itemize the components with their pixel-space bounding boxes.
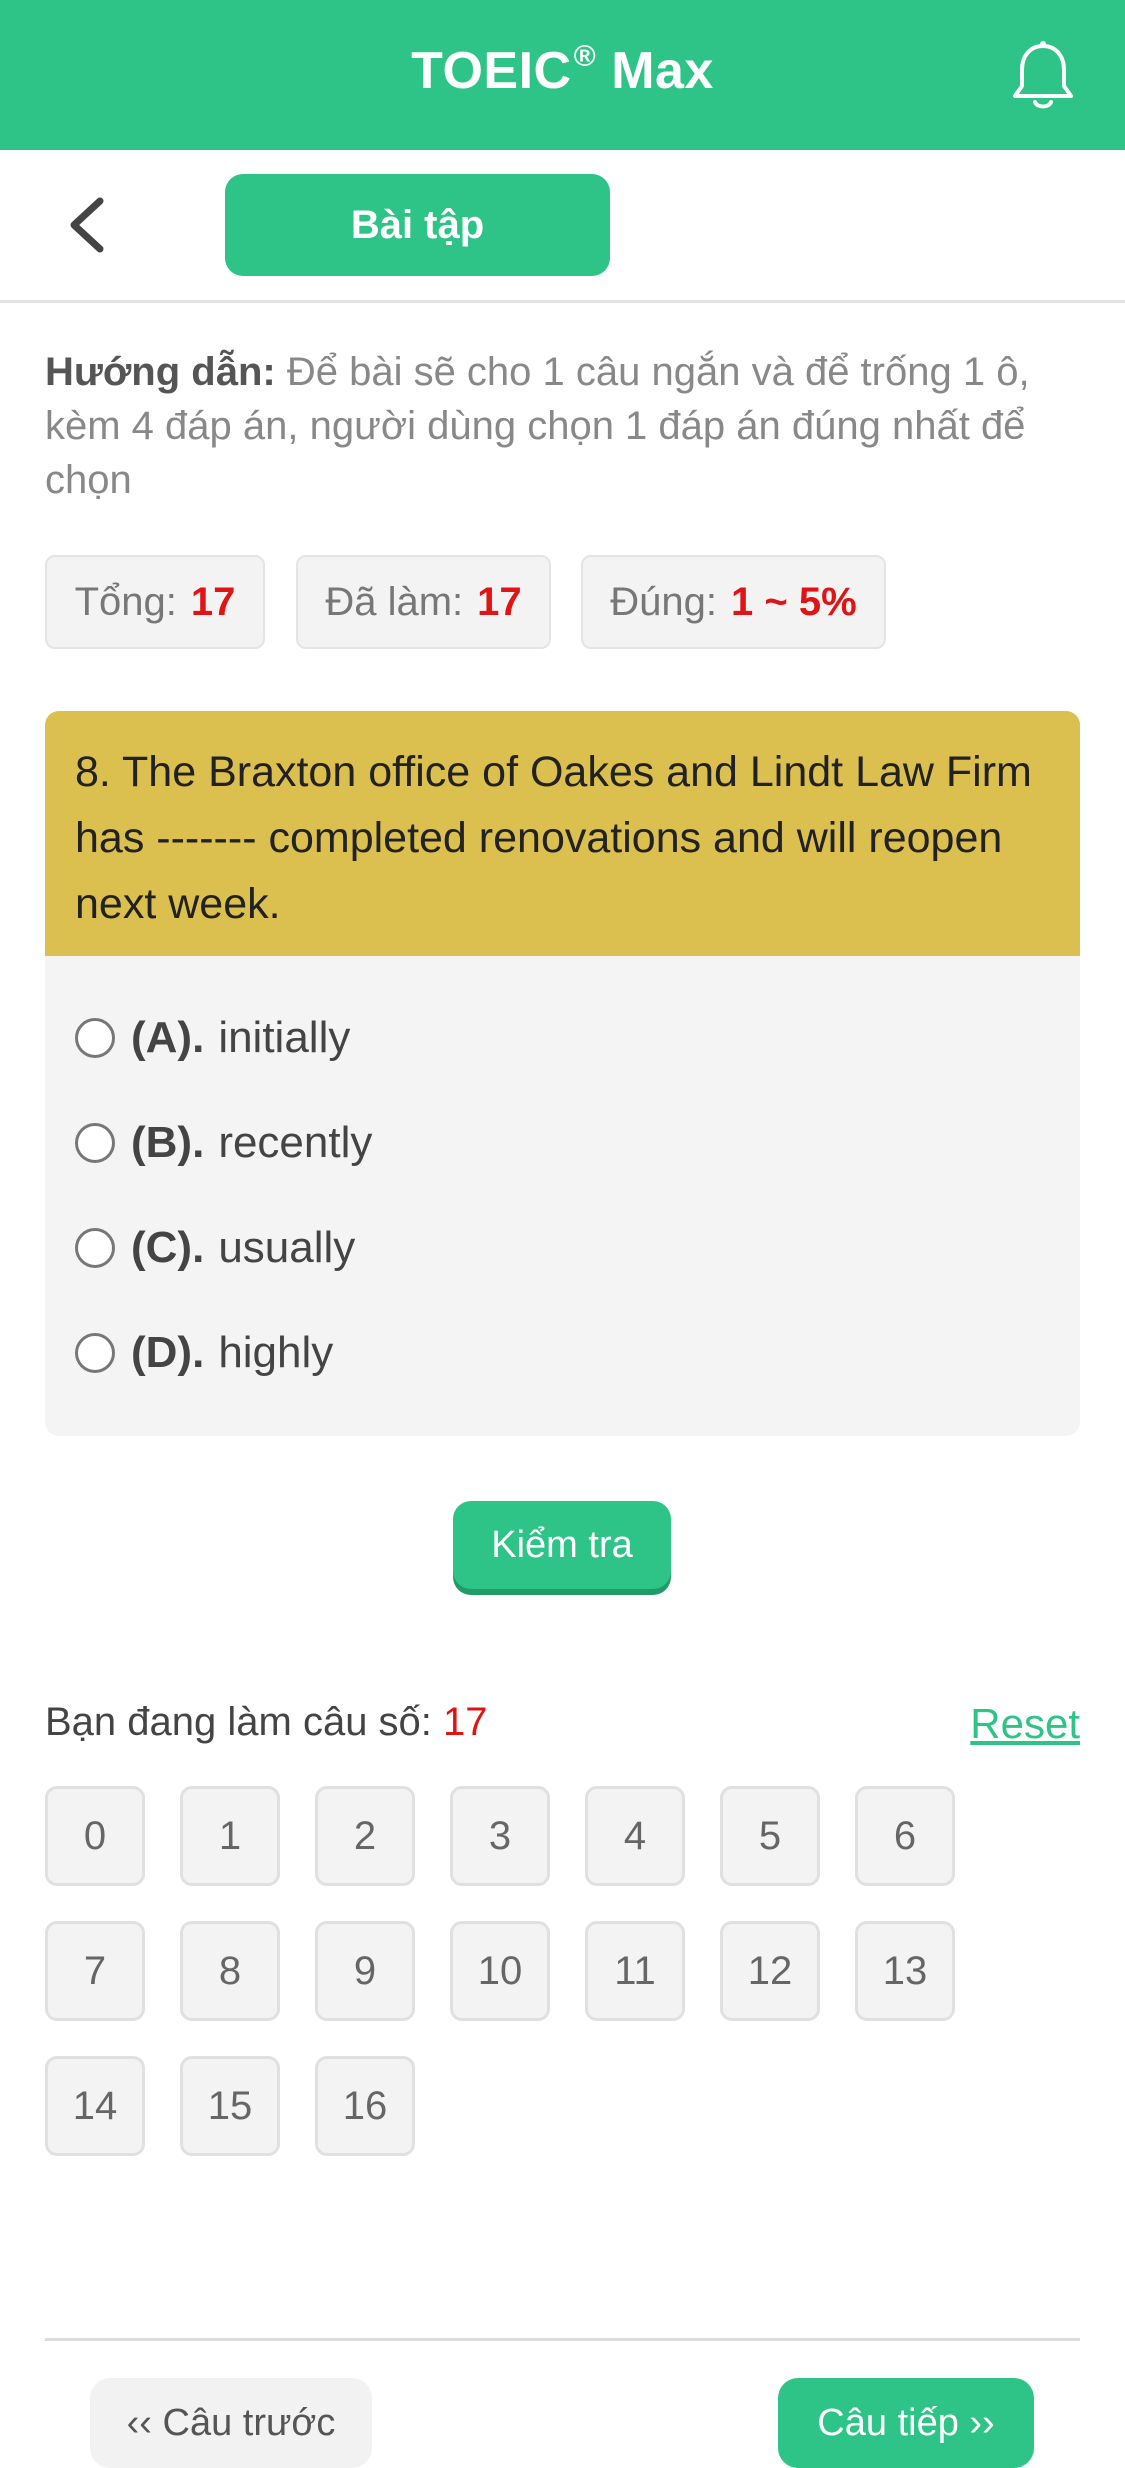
question-number-button[interactable]: 15 <box>180 2056 280 2156</box>
reset-link[interactable]: Reset <box>970 1700 1080 1748</box>
radio-button[interactable] <box>75 1228 115 1268</box>
question-number-button[interactable]: 6 <box>855 1786 955 1886</box>
question-number-button[interactable]: 1 <box>180 1786 280 1886</box>
option-b[interactable]: (B). recently <box>75 1108 372 1178</box>
tab-exercises[interactable]: Bài tập <box>225 174 610 276</box>
instructions-label: Hướng dẫn: <box>45 350 276 394</box>
divider <box>45 2338 1080 2341</box>
instructions: Hướng dẫn: Để bài sẽ cho 1 câu ngắn và đ… <box>45 345 1085 507</box>
registered-mark: ® <box>573 40 597 73</box>
question-card: 8. The Braxton office of Oakes and Lindt… <box>45 711 1080 1436</box>
radio-button[interactable] <box>75 1123 115 1163</box>
previous-question-button[interactable]: ‹‹ Câu trước <box>90 2378 372 2468</box>
check-button[interactable]: Kiểm tra <box>453 1501 671 1589</box>
question-number-button[interactable]: 5 <box>720 1786 820 1886</box>
chevron-left-icon[interactable] <box>60 195 120 255</box>
question-number-button[interactable]: 16 <box>315 2056 415 2156</box>
question-number-button[interactable]: 13 <box>855 1921 955 2021</box>
question-number-button[interactable]: 0 <box>45 1786 145 1886</box>
current-question: Bạn đang làm câu số: 17 <box>45 1700 488 1744</box>
radio-button[interactable] <box>75 1333 115 1373</box>
question-number-button[interactable]: 12 <box>720 1921 820 2021</box>
app-header: TOEIC® Max <box>0 0 1125 150</box>
option-c[interactable]: (C). usually <box>75 1213 355 1283</box>
subheader: Bài tập <box>0 150 1125 303</box>
question-number-button[interactable]: 2 <box>315 1786 415 1886</box>
stat-correct: Đúng: 1 ~ 5% <box>581 555 886 649</box>
radio-button[interactable] <box>75 1018 115 1058</box>
question-text: 8. The Braxton office of Oakes and Lindt… <box>45 711 1080 956</box>
question-number-button[interactable]: 10 <box>450 1921 550 2021</box>
question-number-button[interactable]: 14 <box>45 2056 145 2156</box>
question-number-button[interactable]: 8 <box>180 1921 280 2021</box>
stat-total: Tổng: 17 <box>45 555 265 649</box>
question-number-button[interactable]: 11 <box>585 1921 685 2021</box>
question-number-grid: 0 1 2 3 4 5 6 7 8 9 10 11 12 13 14 15 16 <box>45 1786 1045 2156</box>
option-d[interactable]: (D). highly <box>75 1318 333 1388</box>
question-number-button[interactable]: 9 <box>315 1921 415 2021</box>
bell-icon[interactable] <box>1010 40 1076 112</box>
stat-done: Đã làm: 17 <box>296 555 551 649</box>
question-number-button[interactable]: 4 <box>585 1786 685 1886</box>
option-a[interactable]: (A). initially <box>75 1003 350 1073</box>
question-number-button[interactable]: 7 <box>45 1921 145 2021</box>
next-question-button[interactable]: Câu tiếp ›› <box>778 2378 1034 2468</box>
app-title: TOEIC® Max <box>411 40 714 100</box>
question-number-button[interactable]: 3 <box>450 1786 550 1886</box>
